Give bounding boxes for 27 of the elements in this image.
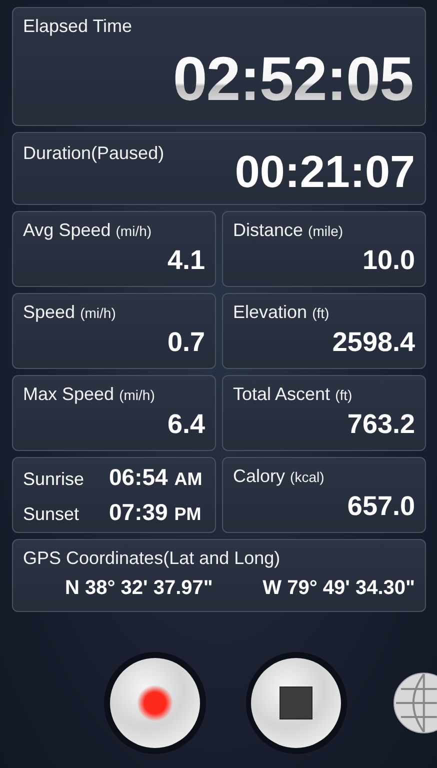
stat-label: Max Speed (mi/h) <box>23 384 156 405</box>
duration-label: Duration(Paused) <box>23 143 164 165</box>
stat-label: Elevation (ft) <box>233 302 330 323</box>
stat-label: Calory (kcal) <box>233 466 326 487</box>
longitude-value: W 79° 49' 34.30" <box>262 577 415 600</box>
stat-value: 10.0 <box>362 247 415 274</box>
stat-value: 6.4 <box>167 411 205 438</box>
duration-value: 00:21:07 <box>234 149 415 194</box>
stat-value: 763.2 <box>347 411 415 438</box>
globe-icon[interactable] <box>393 672 437 734</box>
stat-value: 4.1 <box>167 247 205 274</box>
sun-label: Sunset <box>23 504 80 525</box>
stat-value: 0.7 <box>167 329 205 356</box>
stop-square-icon <box>280 686 313 720</box>
sun-time: 07:39 PM <box>109 499 202 526</box>
stat-label: Distance (mile) <box>233 220 344 241</box>
gps-label: GPS Coordinates(Lat and Long) <box>23 548 282 569</box>
record-dot-icon <box>136 685 173 721</box>
sun-label: Sunrise <box>23 469 86 490</box>
stat-value: 2598.4 <box>332 329 415 356</box>
stat-label: Avg Speed (mi/h) <box>23 220 153 241</box>
latitude-value: N 38° 32' 37.97" <box>65 577 213 600</box>
stat-label: Total Ascent (ft) <box>233 384 354 405</box>
sun-time: 06:54 AM <box>109 464 202 491</box>
elapsed-label: Elapsed Time <box>23 16 132 36</box>
stat-value: 657.0 <box>347 493 415 520</box>
stat-label: Speed (mi/h) <box>23 302 117 323</box>
